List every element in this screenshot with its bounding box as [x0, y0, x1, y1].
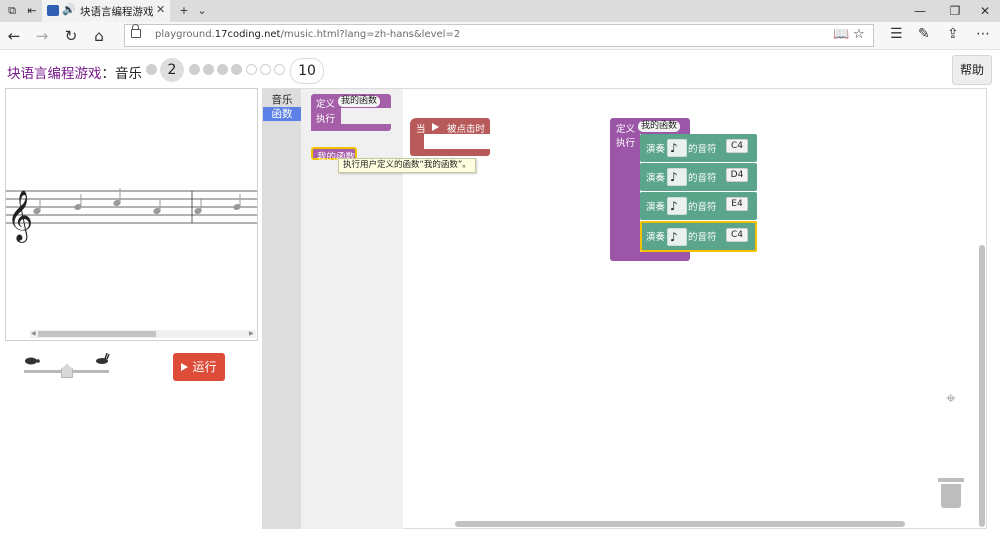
- window-close-icon[interactable]: ✕: [970, 2, 1000, 20]
- quarter-note-icon[interactable]: [667, 228, 687, 246]
- recenter-target-icon[interactable]: ⌖: [946, 389, 956, 409]
- level-dot-1[interactable]: [146, 64, 157, 75]
- run-button[interactable]: 运行: [173, 353, 225, 381]
- favorites-hub-icon[interactable]: ☰: [890, 26, 903, 42]
- play-note-block[interactable]: 演奏 的音符 D4: [640, 163, 757, 191]
- url-text: playground.17coding.net/music.html?lang=…: [155, 29, 461, 40]
- staff-svg: 𝄞: [6, 188, 257, 243]
- refresh-icon[interactable]: ↻: [61, 26, 81, 46]
- staff-scrollbar[interactable]: ◀ ▶: [30, 330, 256, 338]
- audio-playing-icon[interactable]: 🔊: [62, 3, 76, 16]
- pen-icon[interactable]: ✎: [918, 26, 930, 42]
- pitch-field[interactable]: C4: [726, 139, 748, 153]
- green-flag-play-icon: [432, 123, 439, 131]
- tab-title: 块语言编程游戏：音: [80, 6, 154, 18]
- level-dot-8[interactable]: [260, 64, 271, 75]
- address-bar-row: ← → ↻ ⌂ playground.17coding.net/music.ht…: [0, 22, 1000, 50]
- new-tab-icon[interactable]: +: [176, 3, 192, 19]
- toolbox-category-music[interactable]: 音乐: [263, 93, 301, 107]
- level-dot-7[interactable]: [246, 64, 257, 75]
- level-dot-6[interactable]: [231, 64, 242, 75]
- workspace-horizontal-scrollbar[interactable]: [455, 521, 905, 527]
- event-when-clicked-block[interactable]: 当 被点击时: [410, 118, 490, 156]
- quarter-note-icon[interactable]: [667, 168, 687, 186]
- pitch-field[interactable]: D4: [726, 168, 748, 182]
- level-dot-5[interactable]: [217, 64, 228, 75]
- speed-slider[interactable]: [24, 353, 110, 379]
- rabbit-icon: [96, 353, 110, 364]
- quarter-note-icon[interactable]: [667, 197, 687, 215]
- play-icon: [181, 363, 189, 371]
- current-level: 2: [160, 58, 184, 82]
- favorite-star-icon[interactable]: ☆: [853, 27, 865, 42]
- level-dot-3[interactable]: [189, 64, 200, 75]
- last-level[interactable]: 10: [290, 58, 324, 84]
- share-icon[interactable]: ⇪: [947, 26, 959, 42]
- pitch-field[interactable]: C4: [726, 228, 748, 242]
- chevron-down-icon[interactable]: ⌄: [194, 3, 210, 19]
- play-note-block-selected[interactable]: 演奏 的音符 C4: [640, 221, 757, 252]
- forward-icon[interactable]: →: [32, 26, 52, 46]
- close-icon[interactable]: ✕: [156, 3, 165, 16]
- music-staff-display: 𝄞 ◀ ▶: [5, 88, 258, 341]
- flyout-define-block[interactable]: 定义 我的函数 执行: [311, 94, 391, 131]
- help-button[interactable]: 帮助: [952, 55, 992, 85]
- define-function-block[interactable]: 定义 我的函数 执行 演奏 的音符 C4 演奏 的音符 D4 演奏 的音符 E4…: [610, 118, 758, 261]
- site-favicon-icon: [47, 5, 59, 16]
- pitch-field[interactable]: E4: [726, 197, 748, 211]
- play-note-block[interactable]: 演奏 的音符 E4: [640, 192, 757, 220]
- slider-knob[interactable]: [61, 364, 73, 378]
- level-dot-9[interactable]: [274, 64, 285, 75]
- play-note-block[interactable]: 演奏 的音符 C4: [640, 134, 757, 162]
- more-icon[interactable]: ⋯: [976, 26, 990, 42]
- toolbox-category-functions[interactable]: 函数: [263, 107, 301, 121]
- treble-clef-icon: 𝄞: [7, 190, 33, 243]
- back-icon[interactable]: ←: [4, 26, 24, 46]
- lock-icon: [131, 24, 141, 38]
- reading-view-icon[interactable]: 📖: [833, 27, 849, 42]
- page-title: 块语言编程游戏：音乐: [7, 66, 142, 82]
- turtle-icon: [25, 357, 40, 365]
- quarter-note-icon[interactable]: [667, 139, 687, 157]
- workspace-vertical-scrollbar[interactable]: [979, 245, 985, 527]
- browser-tab-bar: ⧉ ⇤ 🔊 块语言编程游戏：音 ✕ + ⌄ — ❐ ✕: [0, 0, 1000, 22]
- scroll-right-icon[interactable]: ▶: [249, 330, 254, 338]
- set-aside-tabs-icon[interactable]: ⇤: [24, 3, 40, 19]
- trash-can-icon[interactable]: [938, 478, 964, 508]
- browser-tab[interactable]: 🔊 块语言编程游戏：音 ✕: [42, 0, 170, 22]
- staff-scroll-thumb[interactable]: [38, 331, 156, 337]
- block-tooltip: 执行用户定义的函数“我的函数”。: [338, 158, 476, 173]
- home-icon[interactable]: ⌂: [89, 26, 109, 46]
- restore-icon[interactable]: ❐: [940, 2, 970, 20]
- tab-manager-icon[interactable]: ⧉: [4, 3, 20, 19]
- toolbox: 音乐 函数: [263, 89, 301, 529]
- scroll-left-icon[interactable]: ◀: [31, 330, 36, 338]
- url-input[interactable]: playground.17coding.net/music.html?lang=…: [124, 24, 874, 47]
- minimize-icon[interactable]: —: [905, 2, 935, 20]
- level-dot-4[interactable]: [203, 64, 214, 75]
